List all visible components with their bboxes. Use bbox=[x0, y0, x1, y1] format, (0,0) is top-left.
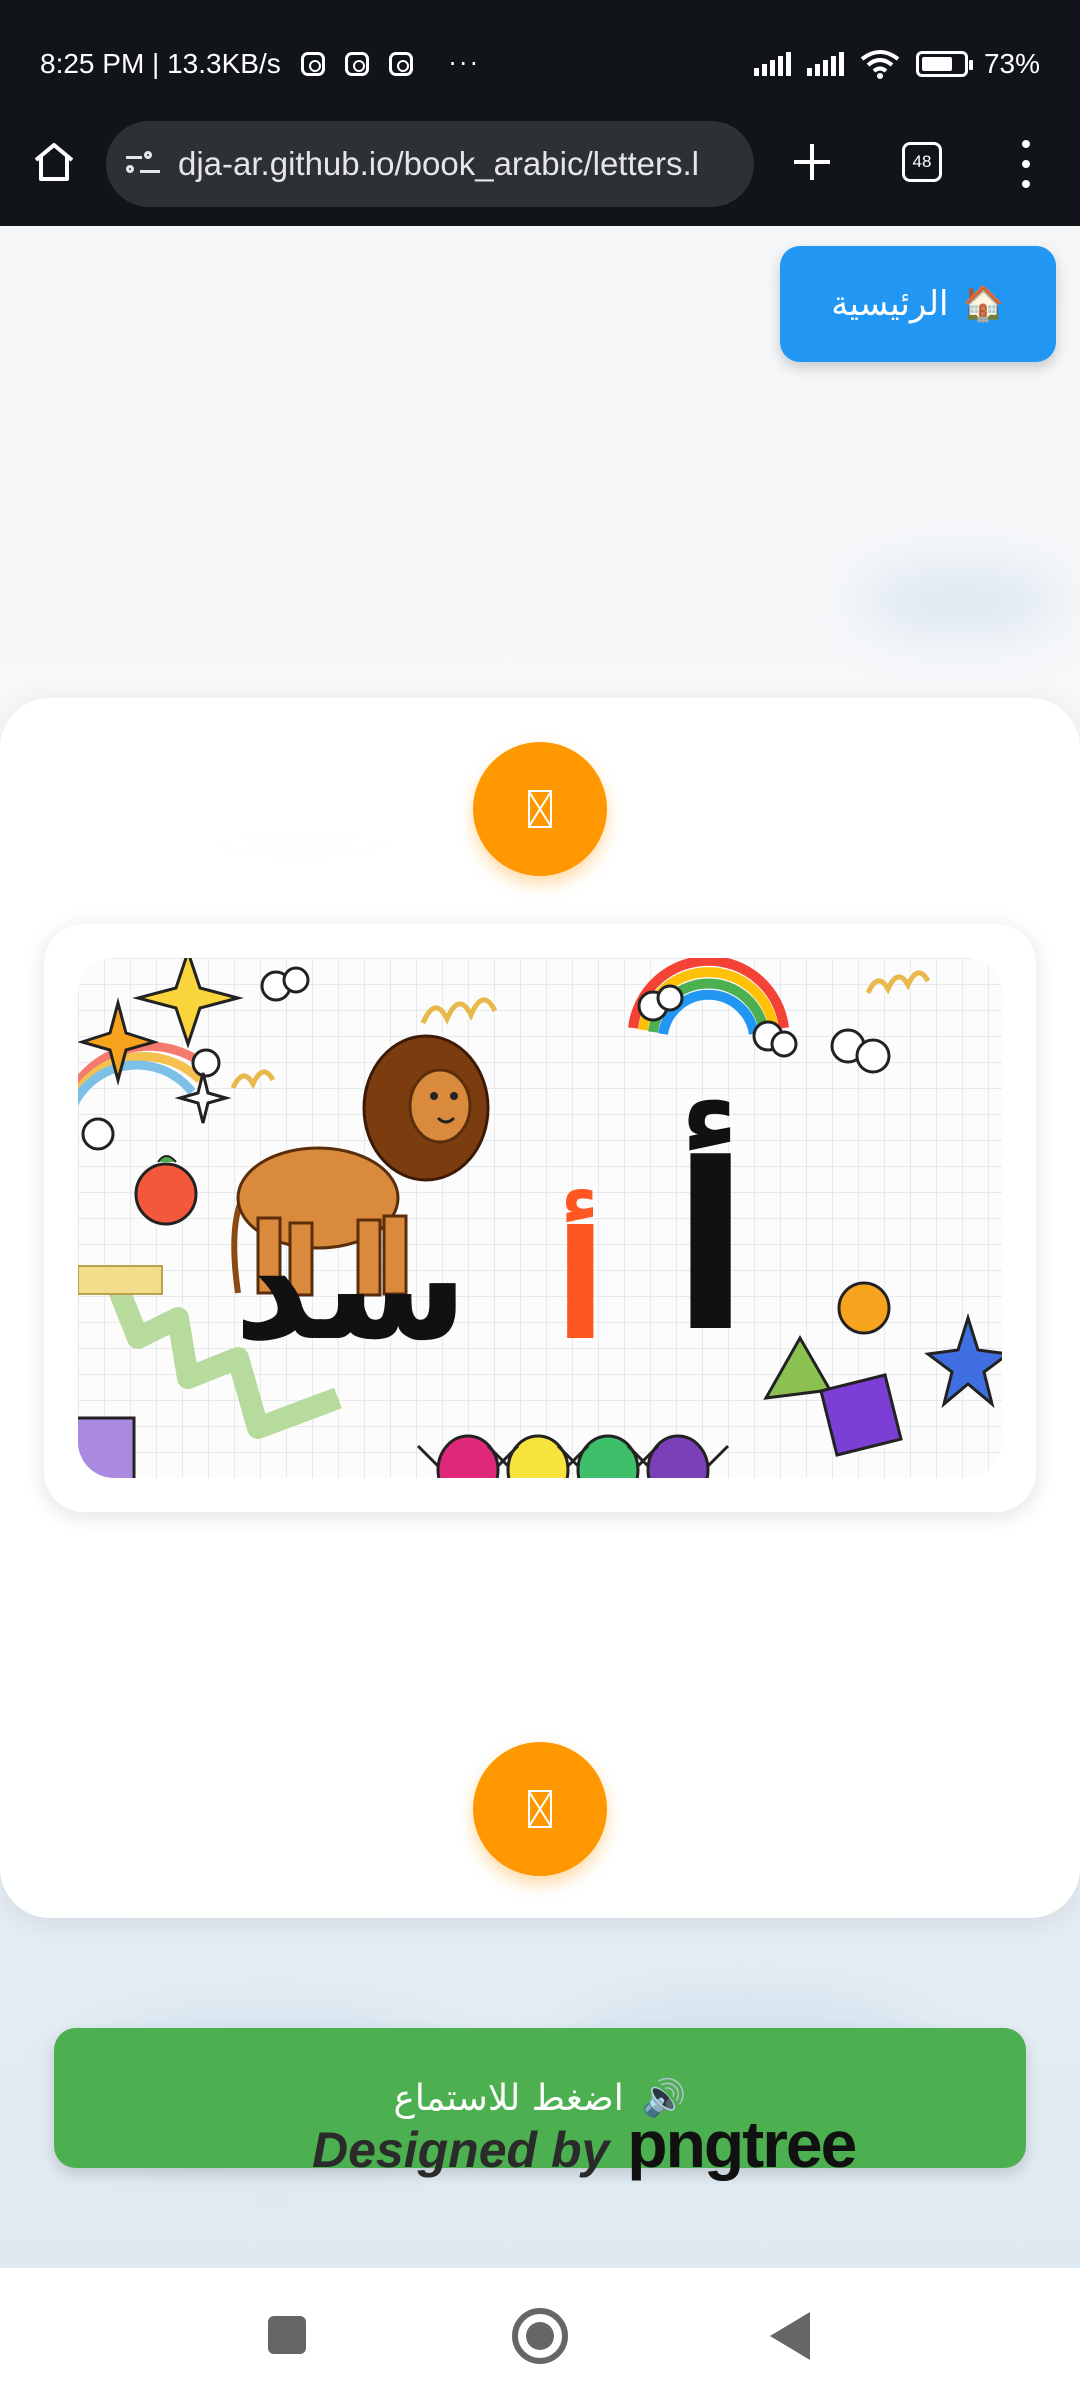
browser-toolbar: dja-ar.github.io/book_arabic/letters.l 4… bbox=[0, 118, 1080, 210]
signal-icon bbox=[806, 52, 844, 76]
back-icon[interactable] bbox=[770, 2312, 810, 2360]
page-content: 🏠 الرئيسية سد أ أ 🔊 اضغط للاستماع Design… bbox=[0, 226, 1080, 2268]
site-settings-icon[interactable] bbox=[126, 149, 160, 179]
pngtree-credit: Designed by pngtree bbox=[312, 2106, 912, 2196]
missing-glyph-icon bbox=[528, 790, 552, 828]
recents-icon[interactable] bbox=[268, 2316, 306, 2354]
signal-icon bbox=[753, 52, 791, 76]
background-blob bbox=[860, 566, 1060, 636]
home-icon[interactable] bbox=[30, 138, 78, 186]
letter-card: سد أ أ 🔊 اضغط للاستماع bbox=[0, 698, 1080, 2168]
instagram-icon bbox=[344, 52, 369, 76]
battery-level: 73% bbox=[983, 48, 1040, 79]
previous-letter-button[interactable] bbox=[473, 742, 607, 876]
instagram-icon bbox=[388, 52, 413, 76]
status-right: 73% bbox=[753, 48, 1040, 80]
purple-shape bbox=[78, 1416, 136, 1478]
wifi-icon bbox=[860, 50, 900, 79]
letter-illustration: سد أ أ bbox=[78, 958, 1002, 1478]
home-button[interactable]: 🏠 الرئيسية bbox=[780, 246, 1056, 362]
next-letter-button[interactable] bbox=[473, 1742, 607, 1876]
circle-shape bbox=[837, 1281, 891, 1335]
letter-image[interactable]: سد أ أ bbox=[78, 958, 1002, 1478]
overflow-menu-icon[interactable] bbox=[1012, 140, 1040, 188]
instagram-icon bbox=[300, 52, 325, 76]
new-tab-icon[interactable] bbox=[788, 138, 836, 186]
home-nav-icon[interactable] bbox=[512, 2308, 568, 2364]
arabic-letter: أ bbox=[671, 1099, 750, 1383]
status-bar: 8:25 PM | 13.3KB/s ··· 73% bbox=[0, 30, 1080, 100]
more-notifications: ··· bbox=[448, 50, 481, 78]
url-text[interactable]: dja-ar.github.io/book_arabic/letters.l bbox=[178, 145, 699, 183]
battery-icon bbox=[915, 51, 973, 77]
system-nav-bar bbox=[0, 2268, 1080, 2400]
address-bar[interactable]: dja-ar.github.io/book_arabic/letters.l bbox=[106, 121, 754, 207]
arabic-word-first-letter: أ bbox=[555, 1189, 606, 1374]
missing-glyph-icon bbox=[528, 1790, 552, 1828]
orange-fruit-icon bbox=[134, 1162, 198, 1226]
credit-brand: pngtree bbox=[627, 2107, 857, 2181]
paper-note-shape bbox=[78, 1265, 163, 1295]
square-shape bbox=[819, 1373, 903, 1457]
home-emoji: 🏠 bbox=[962, 284, 1005, 324]
status-time: 8:25 PM | 13.3KB/s bbox=[40, 48, 281, 79]
status-left: 8:25 PM | 13.3KB/s ··· bbox=[40, 48, 481, 80]
browser-chrome: 8:25 PM | 13.3KB/s ··· 73% dja-ar.github… bbox=[0, 0, 1080, 226]
arabic-word-rest: سد bbox=[234, 1200, 468, 1374]
letter-image-frame: سد أ أ bbox=[44, 924, 1036, 1512]
tab-switcher-button[interactable]: 48 bbox=[902, 142, 942, 182]
credit-prefix: Designed by bbox=[312, 2122, 610, 2178]
home-button-label: الرئيسية bbox=[831, 284, 949, 324]
